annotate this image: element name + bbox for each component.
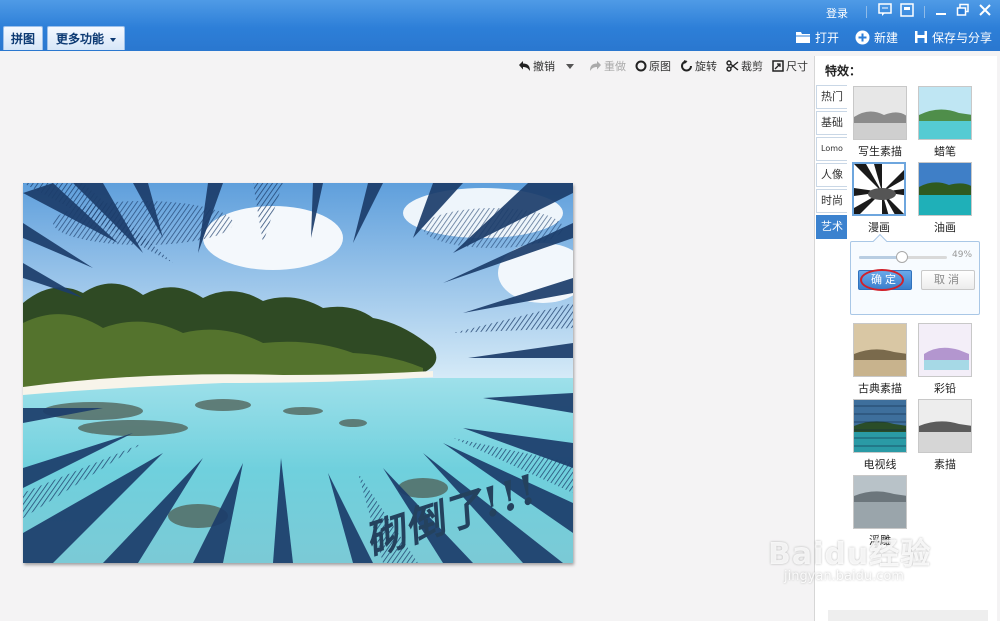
minimize-icon[interactable]	[934, 3, 952, 19]
rotate-icon	[681, 60, 692, 72]
maximize-icon[interactable]	[956, 3, 974, 19]
slider-value: 49%	[952, 250, 973, 260]
title-bar: 拼图 更多功能 登录 打开 新建 保存与分享	[0, 0, 1000, 51]
skin-icon[interactable]	[900, 3, 918, 19]
effect-sketch[interactable]: 写生素描	[852, 86, 908, 159]
chevron-down-icon	[110, 37, 117, 42]
effect-thumbnail	[918, 323, 972, 377]
rotate-button[interactable]: 旋转	[680, 58, 717, 74]
effect-thumbnail	[918, 399, 972, 453]
top-actions: 打开 新建 保存与分享	[795, 27, 992, 47]
effect-classic-sketch[interactable]: 古典素描	[852, 323, 908, 396]
tab-art[interactable]: 艺术	[816, 215, 847, 239]
folder-icon	[795, 32, 810, 43]
menu-tabs: 拼图 更多功能	[0, 26, 126, 50]
effect-pencil-sketch[interactable]: 素描	[917, 399, 973, 472]
effect-tv-lines[interactable]: 电视线	[852, 399, 908, 472]
plus-circle-icon	[855, 30, 870, 44]
effect-thumbnail	[918, 86, 972, 140]
menu-tab-more-features[interactable]: 更多功能	[47, 26, 126, 50]
panel-title: 特效：	[825, 64, 862, 78]
effect-thumbnail	[918, 162, 972, 216]
effect-crayon[interactable]: 蜡笔	[917, 86, 973, 159]
undo-button[interactable]: 撤销	[518, 58, 555, 74]
tab-basic[interactable]: 基础	[816, 111, 847, 135]
tab-portrait[interactable]: 人像	[816, 163, 847, 187]
new-button[interactable]: 新建	[855, 27, 898, 47]
effect-color-pencil[interactable]: 彩铅	[917, 323, 973, 396]
effect-thumbnail	[852, 162, 906, 216]
undo-icon	[519, 61, 530, 71]
redo-button[interactable]: 重做	[589, 58, 626, 74]
circle-icon	[635, 60, 647, 72]
crop-button[interactable]: 裁剪	[726, 58, 763, 74]
cancel-button[interactable]: 取消	[921, 270, 975, 290]
edit-toolbar: 撤销 重做 原图 旋转 裁剪 尺寸	[518, 58, 808, 74]
resize-button[interactable]: 尺寸	[772, 58, 808, 74]
scissors-icon	[726, 60, 739, 72]
effect-comic[interactable]: 漫画	[851, 162, 907, 235]
save-share-button[interactable]: 保存与分享	[914, 27, 992, 47]
close-icon[interactable]	[978, 3, 996, 19]
tab-lomo[interactable]: Lomo	[816, 137, 847, 161]
slider-knob[interactable]	[896, 251, 909, 263]
effect-adjust-popup: 49% 确定 取消	[850, 233, 980, 315]
effect-oil-painting[interactable]: 油画	[917, 162, 973, 235]
effect-category-tabs: 热门 基础 Lomo 人像 时尚 艺术	[816, 85, 847, 239]
effect-thumbnail	[853, 86, 907, 140]
original-button[interactable]: 原图	[635, 58, 671, 74]
confirm-button[interactable]: 确定	[858, 270, 912, 290]
undo-history-dropdown[interactable]	[566, 63, 574, 69]
save-icon	[914, 31, 927, 43]
resize-icon	[772, 60, 784, 72]
redo-icon	[590, 61, 601, 71]
divider	[866, 6, 867, 18]
intensity-slider[interactable]	[859, 251, 947, 263]
panel-scroll-area	[828, 610, 988, 621]
photo-canvas[interactable]: 砌倒了!!!	[23, 183, 573, 563]
login-link[interactable]: 登录	[826, 5, 848, 21]
effect-thumbnail	[853, 399, 907, 453]
divider	[924, 6, 925, 18]
open-button[interactable]: 打开	[795, 27, 839, 47]
effect-emboss[interactable]: 浮雕	[852, 475, 908, 548]
menu-tab-collage[interactable]: 拼图	[3, 26, 44, 50]
tab-popular[interactable]: 热门	[816, 85, 847, 109]
tab-fashion[interactable]: 时尚	[816, 189, 847, 213]
effect-thumbnail	[853, 323, 907, 377]
effect-thumbnail	[853, 475, 907, 529]
feedback-icon[interactable]	[878, 3, 896, 19]
